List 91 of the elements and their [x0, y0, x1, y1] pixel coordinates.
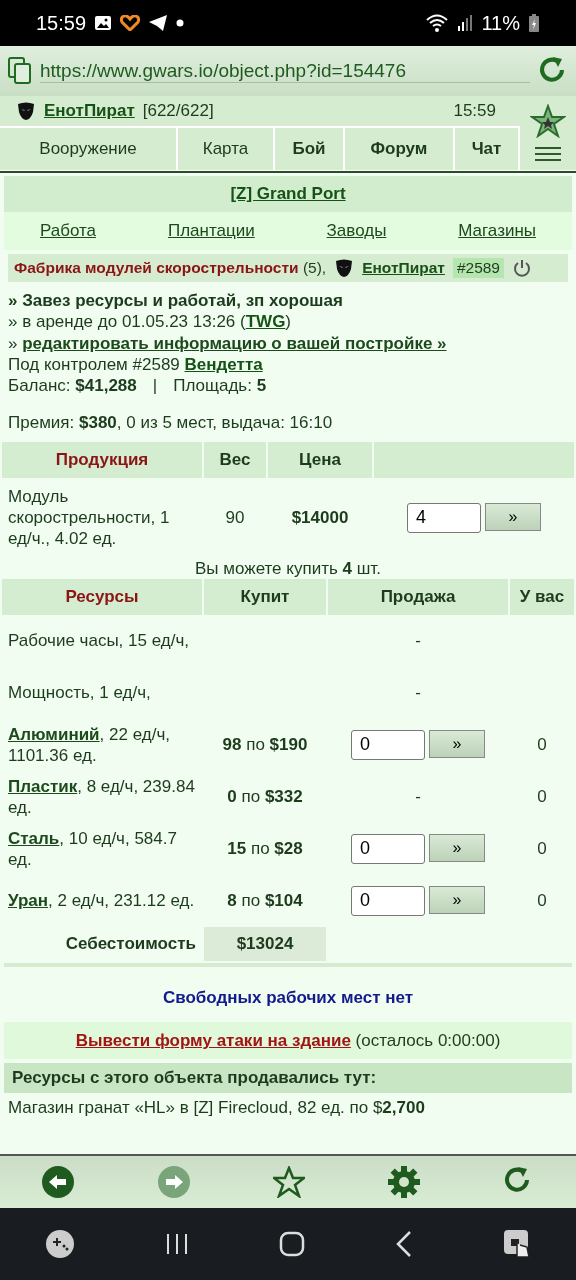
control-text: Под контролем #2589 Вендетта: [8, 353, 264, 375]
header-time: 15:59: [453, 100, 497, 122]
section-link[interactable]: Магазины: [458, 220, 537, 242]
star-icon[interactable]: [530, 104, 566, 138]
sold-header: Ресурсы с этого объекта продавались тут:: [4, 1063, 572, 1093]
gamepad-icon[interactable]: [45, 1229, 75, 1259]
resource-name: Пластик, 8 ед/ч, 239.84 ед.: [8, 775, 196, 818]
column-header: Продукция: [2, 441, 202, 478]
sell-button[interactable]: »: [429, 729, 485, 758]
edit-link[interactable]: редактировать информацию о вашей постройке »: [22, 333, 447, 353]
resource-name: Алюминий, 22 ед/ч, 1101.36 ед.: [8, 723, 171, 766]
dash-text: -: [415, 631, 421, 651]
wifi-icon: [425, 13, 450, 33]
rent-text: » в аренде до 01.05.23 13:26 (TWG): [8, 311, 293, 333]
syndicate-link[interactable]: Вендетта: [184, 354, 263, 374]
battery-icon: [528, 13, 540, 33]
dash-text: -: [415, 787, 421, 807]
quantity-field[interactable]: 0: [351, 833, 425, 864]
paper-plane-icon: [148, 14, 169, 32]
dot-icon: [176, 19, 185, 27]
resource-name: Рабочие часы, 15 ед/ч,: [8, 630, 190, 652]
product-name: Модуль скорострельности, 1 ед/ч., 4.02 ед.: [8, 485, 171, 550]
section-link[interactable]: Работа: [39, 220, 97, 242]
recents-icon[interactable]: [165, 1232, 189, 1256]
resource-link[interactable]: Пластик: [8, 776, 78, 796]
location-link[interactable]: [Z] Grand Port: [230, 183, 346, 205]
quantity-field[interactable]: 0: [351, 729, 425, 760]
resource-name: Сталь, 10 ед/ч, 584.7 ед.: [8, 827, 178, 870]
buy-offer: 98 по $190: [222, 735, 308, 755]
sell-button[interactable]: »: [429, 885, 485, 914]
username-link[interactable]: ЕнотПират: [44, 100, 135, 122]
owner-id: #2589: [452, 258, 504, 278]
buy-offer: 15 по $28: [227, 839, 303, 859]
column-header: Вес: [204, 441, 266, 478]
no-jobs-text: Свободных рабочих мест нет: [162, 987, 414, 1007]
building-title: Фабрика модулей скорострельности (5),: [14, 258, 327, 278]
product-weight: 90: [225, 507, 245, 527]
section-link[interactable]: Плантации: [167, 220, 255, 242]
menu-icon[interactable]: [535, 146, 561, 162]
sold-item: Магазин гранат «HL» в [Z] Firecloud, 82 ед. по $2,700: [7, 1096, 426, 1118]
image-icon: [94, 14, 113, 32]
heart-icon: [120, 15, 141, 31]
owned-count: 0: [537, 735, 547, 755]
dash-text: -: [415, 683, 421, 703]
column-header: Продажа: [328, 578, 508, 615]
area-text: Площадь: 5: [173, 375, 267, 397]
column-header: У вас: [510, 578, 574, 615]
signal-icon: [457, 14, 474, 32]
resource-link[interactable]: Уран: [8, 891, 49, 911]
attack-text: Вывести форму атаки на здание (осталось 0:00:00): [75, 1031, 501, 1050]
product-price: $14000: [291, 507, 349, 527]
resource-link[interactable]: Алюминий: [8, 724, 100, 744]
battery-percent: 11%: [481, 10, 520, 36]
star-icon[interactable]: [273, 1166, 305, 1198]
health-text: [622/622]: [142, 100, 214, 122]
buy-offer: 0 по $332: [227, 787, 303, 807]
column-header: Купит: [204, 578, 326, 615]
back-icon[interactable]: [41, 1165, 75, 1199]
column-header: Ресурсы: [2, 578, 202, 615]
copy-icon[interactable]: [8, 57, 32, 85]
premium-text: Премия: $380, 0 из 5 мест, выдача: 16:10: [8, 412, 334, 434]
resource-link[interactable]: Сталь: [8, 828, 60, 848]
motto-text: » Завез ресурсы и работай, зп хорошая: [8, 290, 344, 312]
edit-text: » редактировать информацию о вашей постройке »: [8, 332, 448, 354]
owned-count: 0: [537, 787, 547, 807]
owner-link[interactable]: ЕнотПират: [362, 258, 445, 278]
buy-offer: 8 по $104: [227, 891, 303, 911]
section-link[interactable]: Заводы: [326, 220, 387, 242]
back-icon[interactable]: [395, 1230, 413, 1258]
owned-count: 0: [537, 891, 547, 911]
sell-button[interactable]: »: [429, 833, 485, 862]
lock-touch-icon[interactable]: [503, 1229, 531, 1259]
power-icon[interactable]: [512, 258, 532, 278]
cost-value: $13024: [204, 926, 326, 961]
owned-count: 0: [537, 839, 547, 859]
quantity-field[interactable]: 4: [407, 502, 481, 533]
settings-icon[interactable]: [387, 1165, 421, 1199]
mask-icon: [16, 101, 36, 121]
home-icon[interactable]: [279, 1231, 305, 1257]
buy-button[interactable]: »: [485, 502, 541, 531]
quantity-field[interactable]: 0: [351, 885, 425, 916]
column-header: Цена: [268, 441, 372, 478]
clock: 15:59: [36, 10, 87, 36]
attack-link[interactable]: Вывести форму атаки на здание: [75, 1031, 351, 1050]
buy-note: Вы можете купить 4 шт.: [195, 558, 381, 578]
balance-text: Баланс: $41,288: [8, 375, 137, 397]
resource-name: Мощность, 1 ед/ч,: [8, 682, 152, 704]
mask-icon: [334, 258, 355, 278]
separator-text: |: [152, 375, 158, 397]
cost-label: Себестоимость: [65, 934, 196, 954]
resource-name: Уран, 2 ед/ч, 231.12 ед.: [8, 890, 196, 912]
